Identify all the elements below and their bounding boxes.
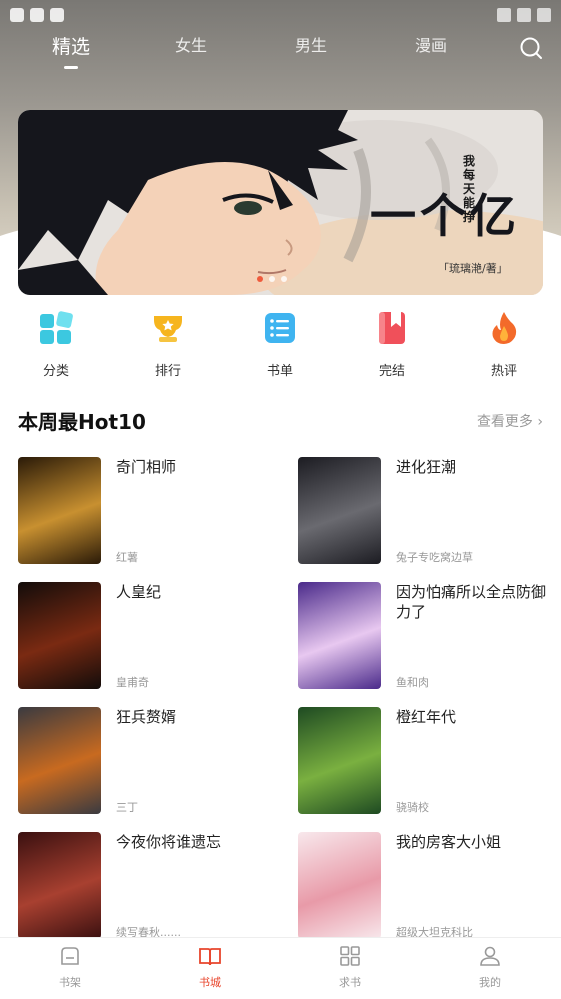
book-author: 骁骑校 xyxy=(396,801,429,814)
book-cover xyxy=(18,707,101,814)
tab-featured[interactable]: 精选 xyxy=(50,32,92,72)
trophy-icon xyxy=(154,316,182,342)
banner-author-tag: 「琉璃滟/著」 xyxy=(438,262,508,275)
category-label: 分类 xyxy=(42,364,69,379)
tab-female[interactable]: 女生 xyxy=(170,32,212,72)
section-title: 本周最Hot10 xyxy=(18,410,146,434)
grid-icon xyxy=(40,311,73,344)
book-title: 今夜你将谁遗忘 xyxy=(116,833,222,851)
book-cover xyxy=(298,457,381,564)
book-item[interactable]: 橙红年代 骁骑校 xyxy=(298,707,558,815)
book-cover xyxy=(18,832,101,939)
book-cover xyxy=(298,832,381,939)
category-label: 书单 xyxy=(266,364,293,379)
book-title: 进化狂潮 xyxy=(396,458,457,476)
book-item[interactable]: 人皇纪 皇甫奇 xyxy=(18,582,278,690)
nav-label: 书架 xyxy=(59,976,81,989)
book-item[interactable]: 因为怕痛所以全点防御力了 鱼和肉 xyxy=(298,582,558,690)
book-cover xyxy=(298,582,381,689)
nav-label: 书城 xyxy=(199,976,221,989)
see-more-label: 查看更多 xyxy=(476,414,533,430)
book-author: 红薯 xyxy=(116,551,138,564)
category-classify[interactable]: 分类 xyxy=(16,310,96,379)
flame-icon xyxy=(492,312,517,344)
book-item[interactable]: 奇门相师 红薯 xyxy=(18,457,278,565)
user-icon xyxy=(480,946,500,966)
bottom-navigation: 书架 书城 求书 我的 xyxy=(0,937,561,999)
tab-label: 精选 xyxy=(51,36,90,58)
book-author: 兔子专吃窝边草 xyxy=(396,551,473,564)
chevron-right-icon: › xyxy=(537,414,543,430)
nav-bookshelf[interactable]: 书架 xyxy=(30,944,110,990)
tab-comics[interactable]: 漫画 xyxy=(410,32,452,72)
promo-banner[interactable]: 我每天能挣 一个亿 「琉璃滟/著」 xyxy=(18,110,543,295)
list-icon xyxy=(265,313,295,343)
book-title: 橙红年代 xyxy=(396,708,457,726)
nav-profile[interactable]: 我的 xyxy=(450,944,530,990)
book-title: 我的房客大小姐 xyxy=(396,833,502,851)
book-item[interactable]: 我的房客大小姐 超级大坦克科比 xyxy=(298,832,558,940)
book-cover xyxy=(18,582,101,689)
tab-label: 漫画 xyxy=(414,36,447,55)
tab-male[interactable]: 男生 xyxy=(290,32,332,72)
apps-icon xyxy=(340,946,360,966)
nav-request-book[interactable]: 求书 xyxy=(310,944,390,990)
search-icon[interactable] xyxy=(519,36,543,60)
nav-bookstore[interactable]: 书城 xyxy=(170,944,250,990)
see-more-link[interactable]: 查看更多 › xyxy=(477,411,543,431)
banner-pagination[interactable] xyxy=(257,276,287,282)
book-item[interactable]: 狂兵赘婿 三丁 xyxy=(18,707,278,815)
nav-label: 我的 xyxy=(479,976,501,989)
banner-title: 一个亿 xyxy=(370,189,520,243)
status-bar xyxy=(0,0,561,32)
book-cover xyxy=(298,707,381,814)
pagination-dot[interactable] xyxy=(257,276,263,282)
category-label: 排行 xyxy=(154,364,181,379)
book-title: 奇门相师 xyxy=(116,458,177,476)
bookmark-icon xyxy=(379,312,405,344)
category-completed[interactable]: 完结 xyxy=(352,310,432,379)
category-booklist[interactable]: 书单 xyxy=(240,310,320,379)
book-item[interactable]: 今夜你将谁遗忘 续写春秋...... xyxy=(18,832,278,940)
active-tab-indicator xyxy=(64,66,78,69)
pagination-dot[interactable] xyxy=(269,276,275,282)
book-title: 狂兵赘婿 xyxy=(116,708,177,726)
tab-label: 女生 xyxy=(174,36,207,55)
book-title: 人皇纪 xyxy=(116,583,162,601)
bookshelf-icon xyxy=(61,947,79,965)
book-open-icon xyxy=(199,948,221,966)
category-shortcuts: 分类 排行 书单 完结 热评 xyxy=(0,310,561,382)
book-author: 皇甫奇 xyxy=(116,676,149,689)
category-label: 热评 xyxy=(490,364,517,379)
top-tabs: 精选 女生 男生 漫画 xyxy=(0,32,561,76)
book-cover xyxy=(18,457,101,564)
book-author: 鱼和肉 xyxy=(396,676,429,689)
book-author: 三丁 xyxy=(116,801,138,814)
book-title: 因为怕痛所以全点防御力了 xyxy=(396,583,547,621)
category-ranking[interactable]: 排行 xyxy=(128,310,208,379)
nav-label: 求书 xyxy=(339,976,361,989)
category-label: 完结 xyxy=(378,364,405,379)
tab-label: 男生 xyxy=(294,36,327,55)
pagination-dot[interactable] xyxy=(281,276,287,282)
book-item[interactable]: 进化狂潮 兔子专吃窝边草 xyxy=(298,457,558,565)
category-hot-reviews[interactable]: 热评 xyxy=(464,310,544,379)
